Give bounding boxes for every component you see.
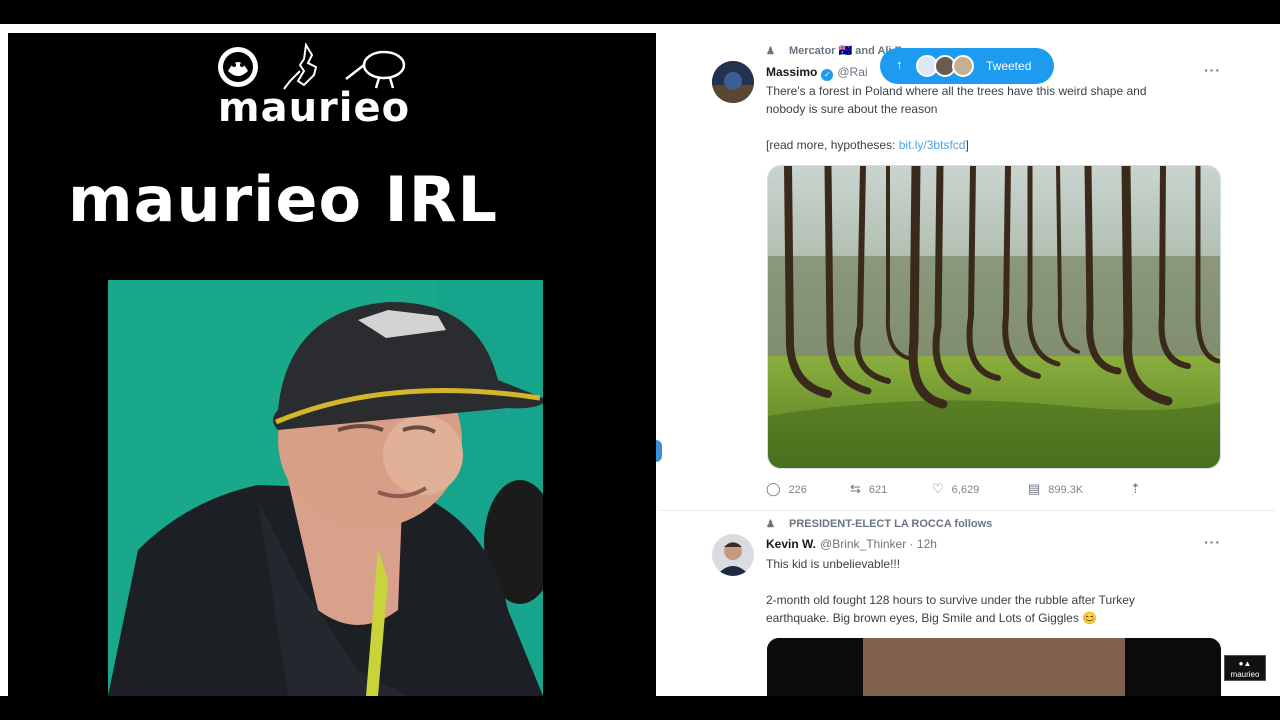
- tweet-text-line: earthquake. Big brown eyes, Big Smile an…: [766, 611, 1098, 625]
- tweet-author-line[interactable]: Kevin W. @Brink_Thinker · 12h: [766, 537, 937, 551]
- author-name[interactable]: Massimo: [766, 65, 817, 79]
- stream-title: maurieo IRL: [68, 163, 498, 236]
- reply-button[interactable]: ◯ 226: [766, 481, 807, 497]
- reply-count: 226: [788, 484, 807, 496]
- tweet-text: There's a forest in Poland where all the…: [766, 82, 1216, 154]
- like-button[interactable]: ♡ 6,629: [932, 481, 979, 497]
- tweet-text-line: nobody is sure about the reason: [766, 102, 938, 116]
- tweet-read-more: [read more, hypotheses: bit.ly/3btsfcd]: [766, 136, 1216, 154]
- character-icon: [218, 47, 258, 87]
- bottom-letterbox: [0, 696, 1280, 720]
- more-icon[interactable]: ···: [1204, 534, 1221, 550]
- logo-icons: [218, 42, 406, 90]
- social-context-text: PRESIDENT-ELECT LA ROCCA follows: [789, 518, 993, 530]
- avatar-image: [712, 61, 754, 103]
- tweet-link[interactable]: bit.ly/3btsfcd: [899, 138, 966, 152]
- reply-icon: ◯: [766, 481, 781, 496]
- arrow-up-icon: ↑: [896, 57, 903, 72]
- share-icon: ⇡: [1130, 481, 1141, 496]
- like-icon: ♡: [932, 481, 944, 496]
- pill-label: Tweeted: [986, 59, 1032, 73]
- tweet-photo[interactable]: [767, 165, 1221, 469]
- person-icon: ♟: [766, 46, 775, 57]
- tweet-actions: ◯ 226 ⇆ 621 ♡ 6,629 ▤ 899.3K ⇡: [766, 481, 1146, 499]
- author-name[interactable]: Kevin W.: [766, 537, 816, 551]
- more-icon[interactable]: ···: [1204, 62, 1221, 78]
- like-count: 6,629: [951, 484, 980, 496]
- views-button[interactable]: ▤ 899.3K: [1028, 481, 1083, 497]
- read-more-suffix: ]: [965, 138, 969, 152]
- tweet-text-line: 2-month old fought 128 hours to survive …: [766, 593, 1135, 607]
- tweet-social-context: ♟ PRESIDENT-ELECT LA ROCCA follows: [766, 518, 992, 530]
- tweet-text-line: There's a forest in Poland where all the…: [766, 84, 1147, 98]
- top-letterbox: [0, 0, 1280, 24]
- video-thumbnail: [767, 638, 1221, 696]
- webcam-image: [108, 280, 543, 696]
- avatar-image: [712, 534, 754, 576]
- scroll-indicator: [656, 440, 662, 462]
- author-handle[interactable]: @Rai: [837, 65, 867, 79]
- tweet-text: This kid is unbelievable!!! 2-month old …: [766, 555, 1216, 627]
- retweet-icon: ⇆: [850, 481, 861, 496]
- avatar[interactable]: [712, 61, 754, 103]
- retweet-count: 621: [868, 484, 888, 496]
- verified-badge-icon: ✓: [821, 69, 834, 81]
- views-icon: ▤: [1028, 481, 1041, 496]
- tweet-author-line[interactable]: Massimo ✓ @Rai: [766, 65, 868, 81]
- avatar: [952, 55, 974, 77]
- tweet-divider: [658, 510, 1275, 511]
- new-zealand-map-icon: [283, 42, 318, 90]
- read-more-prefix: [read more, hypotheses:: [766, 138, 896, 152]
- author-handle[interactable]: @Brink_Thinker · 12h: [820, 537, 937, 551]
- watermark-logo-icon: ●▲: [1238, 659, 1252, 668]
- streamer-panel: maurieo maurieo IRL: [8, 33, 656, 696]
- logo-wordmark: maurieo: [217, 85, 411, 131]
- channel-watermark: ●▲ maurieo: [1224, 655, 1266, 681]
- avatar[interactable]: [712, 534, 754, 576]
- view-count: 899.3K: [1048, 484, 1084, 496]
- tweet-text-line: This kid is unbelievable!!!: [766, 557, 901, 571]
- person-icon: ♟: [766, 519, 775, 530]
- kiwi-bird-icon: [345, 50, 406, 89]
- twitter-feed[interactable]: ♟ Mercator 🇦🇺 and Ali B Massimo ✓ @Rai ··· …: [658, 38, 1275, 696]
- crooked-forest-photo: [768, 166, 1220, 468]
- watermark-text: maurieo: [1230, 670, 1260, 679]
- tweet-video[interactable]: [767, 638, 1221, 696]
- tweet-forest[interactable]: ♟ Mercator 🇦🇺 and Ali B Massimo ✓ @Rai ··· …: [658, 38, 1275, 511]
- new-tweets-pill[interactable]: ↑ Tweeted: [880, 48, 1054, 84]
- webcam-feed: [108, 280, 543, 696]
- retweet-button[interactable]: ⇆ 621: [850, 481, 887, 497]
- share-button[interactable]: ⇡: [1130, 481, 1149, 497]
